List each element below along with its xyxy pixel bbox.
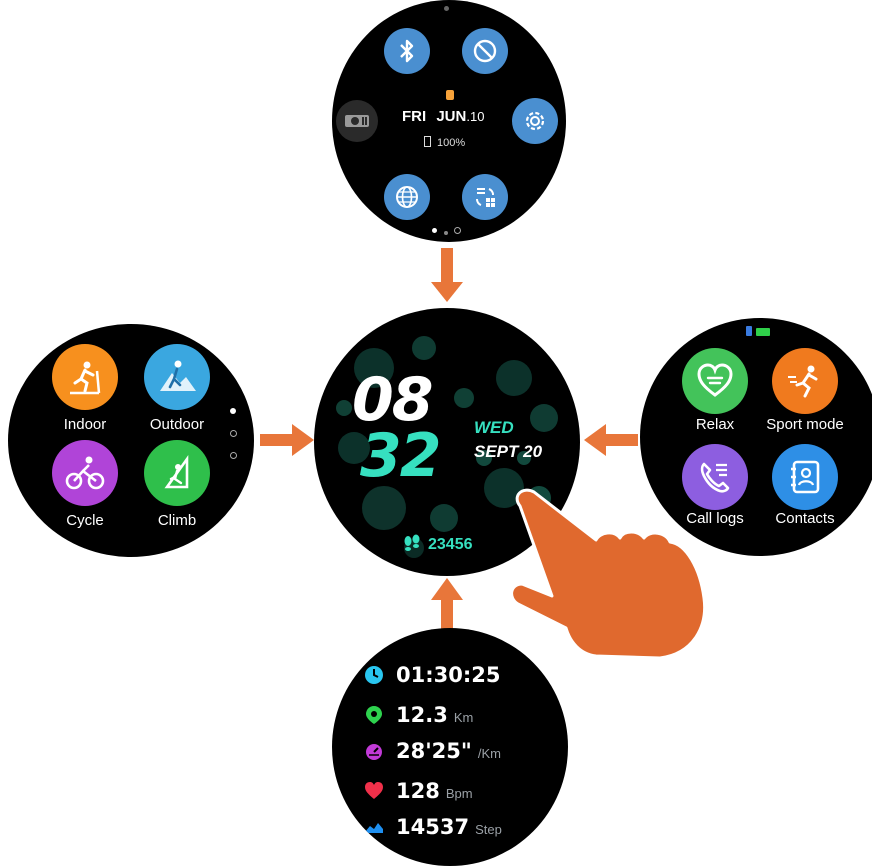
contacts-button[interactable] xyxy=(772,444,838,510)
arrow-right-icon xyxy=(260,424,314,456)
distance-value: 12.3 xyxy=(396,703,448,727)
minute-text: 32 xyxy=(360,421,441,491)
arrow-left-icon xyxy=(584,424,638,456)
battery-status: 100% xyxy=(424,136,465,149)
app-layout-button[interactable] xyxy=(462,174,508,220)
bluetooth-button[interactable] xyxy=(384,28,430,74)
day-text: FRI xyxy=(402,108,427,125)
date-line: FRI JUN.10 xyxy=(402,108,485,125)
treadmill-icon xyxy=(70,361,101,395)
battery-text: 100% xyxy=(437,137,466,149)
heart-rate-row: 128 Bpm xyxy=(364,778,473,803)
climb-label: Climb xyxy=(157,512,197,529)
contacts-label: Contacts xyxy=(775,510,835,527)
scroll-indicator xyxy=(444,6,449,11)
bicycle-icon xyxy=(65,456,105,490)
do-not-disturb-button[interactable] xyxy=(462,28,508,74)
steps-value: 14537 xyxy=(396,815,470,839)
pace-value: 28'25" xyxy=(396,739,472,763)
apps-menu-watch[interactable]: Relax Sport mode Call logs Contacts xyxy=(640,318,872,556)
heart-rate-unit: Bpm xyxy=(445,786,473,801)
page-dot xyxy=(230,430,237,437)
page-dot xyxy=(454,227,461,234)
runner-icon xyxy=(788,365,818,398)
globe-icon xyxy=(396,186,418,208)
sports-menu-watch[interactable]: Indoor Outdoor Cycle Climb xyxy=(8,324,254,557)
workout-stats-watch[interactable]: 01:30:25 12.3 Km 28'25" /Km 128 Bpm 1453… xyxy=(332,628,568,866)
page-dot xyxy=(230,452,237,459)
location-pin-icon xyxy=(366,706,382,724)
month-text: JUN xyxy=(436,108,467,125)
date-text: 10 xyxy=(469,109,485,124)
page-dot xyxy=(432,228,437,233)
clock-icon xyxy=(365,666,383,684)
heart-icon xyxy=(365,782,383,799)
steps-row: 14537 Step xyxy=(364,814,502,839)
climb-button[interactable] xyxy=(144,440,210,506)
date-text: SEPT 20 xyxy=(474,442,543,461)
language-button[interactable] xyxy=(384,174,430,220)
cycle-button[interactable] xyxy=(52,440,118,506)
distance-row: 12.3 Km xyxy=(364,702,473,727)
climbing-icon xyxy=(164,454,189,489)
settings-icon xyxy=(525,111,545,131)
battery-status-icon xyxy=(756,328,770,336)
arrow-up-icon xyxy=(431,578,463,634)
duration-value: 01:30:25 xyxy=(396,663,501,687)
page-dot xyxy=(444,231,448,235)
pace-icon xyxy=(366,744,382,760)
outdoor-hiking-icon xyxy=(160,360,196,391)
settings-button[interactable] xyxy=(512,98,558,144)
sport-mode-button[interactable] xyxy=(772,348,838,414)
notification-icon xyxy=(446,90,454,100)
distance-unit: Km xyxy=(453,710,474,725)
heart-breathing-icon xyxy=(697,363,733,397)
pace-row: 28'25" /Km xyxy=(364,738,501,763)
sport-mode-label: Sport mode xyxy=(766,416,844,433)
call-logs-icon xyxy=(700,462,730,493)
flashlight-icon xyxy=(345,115,369,127)
quick-settings-watch[interactable]: FRI JUN.10 100% xyxy=(332,0,566,242)
shoe-icon xyxy=(365,823,383,833)
battery-icon xyxy=(424,136,431,147)
footsteps-icon xyxy=(404,534,420,551)
arrow-down-icon xyxy=(431,248,463,302)
contacts-icon xyxy=(791,460,820,494)
pace-unit: /Km xyxy=(477,746,501,761)
heart-rate-value: 128 xyxy=(396,779,440,803)
app-layout-icon xyxy=(476,188,495,207)
outdoor-button[interactable] xyxy=(144,344,210,410)
do-not-disturb-icon xyxy=(473,39,497,63)
relax-button[interactable] xyxy=(682,348,748,414)
outdoor-label: Outdoor xyxy=(149,416,205,433)
page-dot xyxy=(230,408,236,414)
weekday-text: WED xyxy=(474,418,514,437)
call-logs-button[interactable] xyxy=(682,444,748,510)
bluetooth-status-icon xyxy=(746,326,752,336)
bluetooth-icon xyxy=(400,39,414,63)
steps-unit: Step xyxy=(475,822,502,837)
duration-row: 01:30:25 xyxy=(364,662,500,687)
indoor-button[interactable] xyxy=(52,344,118,410)
flashlight-button[interactable] xyxy=(336,100,378,142)
steps-text: 23456 xyxy=(428,536,473,553)
